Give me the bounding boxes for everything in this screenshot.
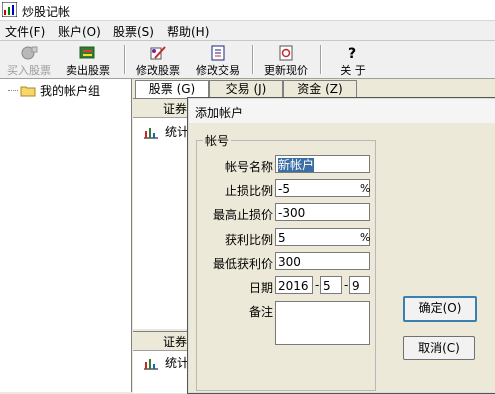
menu-account[interactable]: 账户(O) [58, 23, 101, 40]
sell-icon [79, 46, 95, 59]
edit-stock-label: 修改股票 [136, 64, 180, 77]
min-profit-label: 最低获利价 [212, 257, 273, 271]
account-group-label: 帐号 [203, 132, 232, 149]
refresh-price-label: 更新现价 [264, 64, 308, 77]
folder-icon [20, 86, 36, 96]
max-stop-loss-label: 最高止损价 [212, 208, 273, 222]
date-month-input[interactable]: 5 [320, 276, 342, 294]
about-button[interactable]: ? 关 于 [330, 41, 376, 78]
svg-text:?: ? [348, 46, 356, 61]
stop-loss-unit: % [360, 182, 371, 195]
toolbar-separator [252, 45, 254, 74]
stop-loss-ratio-value: -5 [278, 182, 290, 196]
edit-stock-button[interactable]: 修改股票 [130, 41, 186, 78]
account-name-value: 新帐户 [278, 158, 315, 172]
buy-stock-button[interactable]: 买入股票 [2, 41, 56, 78]
edit-trade-label: 修改交易 [196, 64, 240, 77]
dialog-title: 添加帐户 [195, 106, 244, 120]
menu-help[interactable]: 帮助(H) [167, 23, 209, 40]
date-separator: - [344, 278, 349, 292]
sell-stock-button[interactable]: 卖出股票 [60, 41, 116, 78]
column-securities[interactable]: 证券 [163, 333, 187, 350]
note-textarea[interactable] [275, 301, 370, 345]
note-label: 备注 [248, 305, 273, 319]
sell-stock-label: 卖出股票 [66, 64, 110, 77]
ok-button[interactable]: 确定(O) [403, 296, 477, 322]
date-day-input[interactable]: 9 [349, 276, 370, 294]
tree-item-label: 我的帐户组 [40, 84, 101, 98]
buy-stock-label: 买入股票 [7, 64, 51, 77]
stats-label: 统计 [165, 125, 190, 139]
buy-icon [21, 46, 38, 60]
profit-ratio-value: 5 [278, 231, 286, 245]
profit-ratio-unit: % [360, 231, 371, 244]
stop-loss-ratio-input[interactable]: -5 [275, 179, 370, 197]
title-bar: 炒股记帐 [0, 0, 495, 21]
about-label: 关 于 [340, 64, 366, 77]
profit-ratio-label: 获利比例 [224, 233, 273, 247]
account-name-label: 帐号名称 [224, 160, 273, 174]
dialog-title-bar[interactable]: 添加帐户 [189, 99, 495, 123]
max-stop-loss-input[interactable]: -300 [275, 203, 370, 221]
edit-stock-icon [150, 46, 166, 60]
account-tree: 我的帐户组 [0, 79, 132, 392]
menu-file[interactable]: 文件(F) [5, 23, 45, 40]
add-account-dialog: 添加帐户 帐号 帐号名称 新帐户 止损比例 -5 % 最高止损价 -300 获利… [187, 97, 495, 394]
stop-loss-ratio-label: 止损比例 [224, 184, 273, 198]
app-chart-icon [2, 2, 17, 17]
date-year-value: 2016 [278, 279, 309, 293]
tree-item-my-account-group[interactable]: 我的帐户组 [8, 82, 100, 99]
question-mark-icon: ? [348, 46, 356, 61]
bar-chart-icon [144, 358, 158, 369]
window-title: 炒股记帐 [22, 5, 71, 19]
stats-label: 统计 [165, 356, 190, 370]
edit-trade-icon [211, 45, 225, 61]
date-day-value: 9 [352, 279, 360, 293]
bar-chart-icon [144, 127, 158, 138]
refresh-price-button[interactable]: 更新现价 [258, 41, 314, 78]
tab-funds[interactable]: 资金 (Z) [283, 80, 357, 98]
tab-trades[interactable]: 交易 (J) [209, 80, 283, 98]
stats-row[interactable]: 统计 [143, 123, 189, 140]
toolbar-separator [124, 45, 126, 74]
menu-stock[interactable]: 股票(S) [113, 23, 154, 40]
menu-bar: 文件(F) 账户(O) 股票(S) 帮助(H) [0, 21, 495, 41]
account-name-input[interactable]: 新帐户 [275, 155, 370, 173]
date-year-input[interactable]: 2016 [275, 276, 313, 294]
profit-ratio-input[interactable]: 5 [275, 228, 370, 246]
edit-trade-button[interactable]: 修改交易 [190, 41, 246, 78]
toolbar-separator [320, 45, 322, 74]
toolbar: 买入股票 卖出股票 修改股票 修改交易 更新现价 ? 关 于 [0, 41, 495, 79]
refresh-icon [279, 45, 293, 61]
max-stop-loss-value: -300 [278, 206, 306, 220]
column-securities[interactable]: 证券 [163, 100, 187, 117]
date-month-value: 5 [323, 279, 331, 293]
cancel-button[interactable]: 取消(C) [403, 336, 475, 360]
tree-connector [8, 89, 18, 92]
min-profit-value: 300 [278, 255, 301, 269]
min-profit-input[interactable]: 300 [275, 252, 370, 270]
stats-row[interactable]: 统计 [143, 354, 189, 371]
date-label: 日期 [248, 281, 273, 295]
date-separator: - [315, 278, 320, 292]
